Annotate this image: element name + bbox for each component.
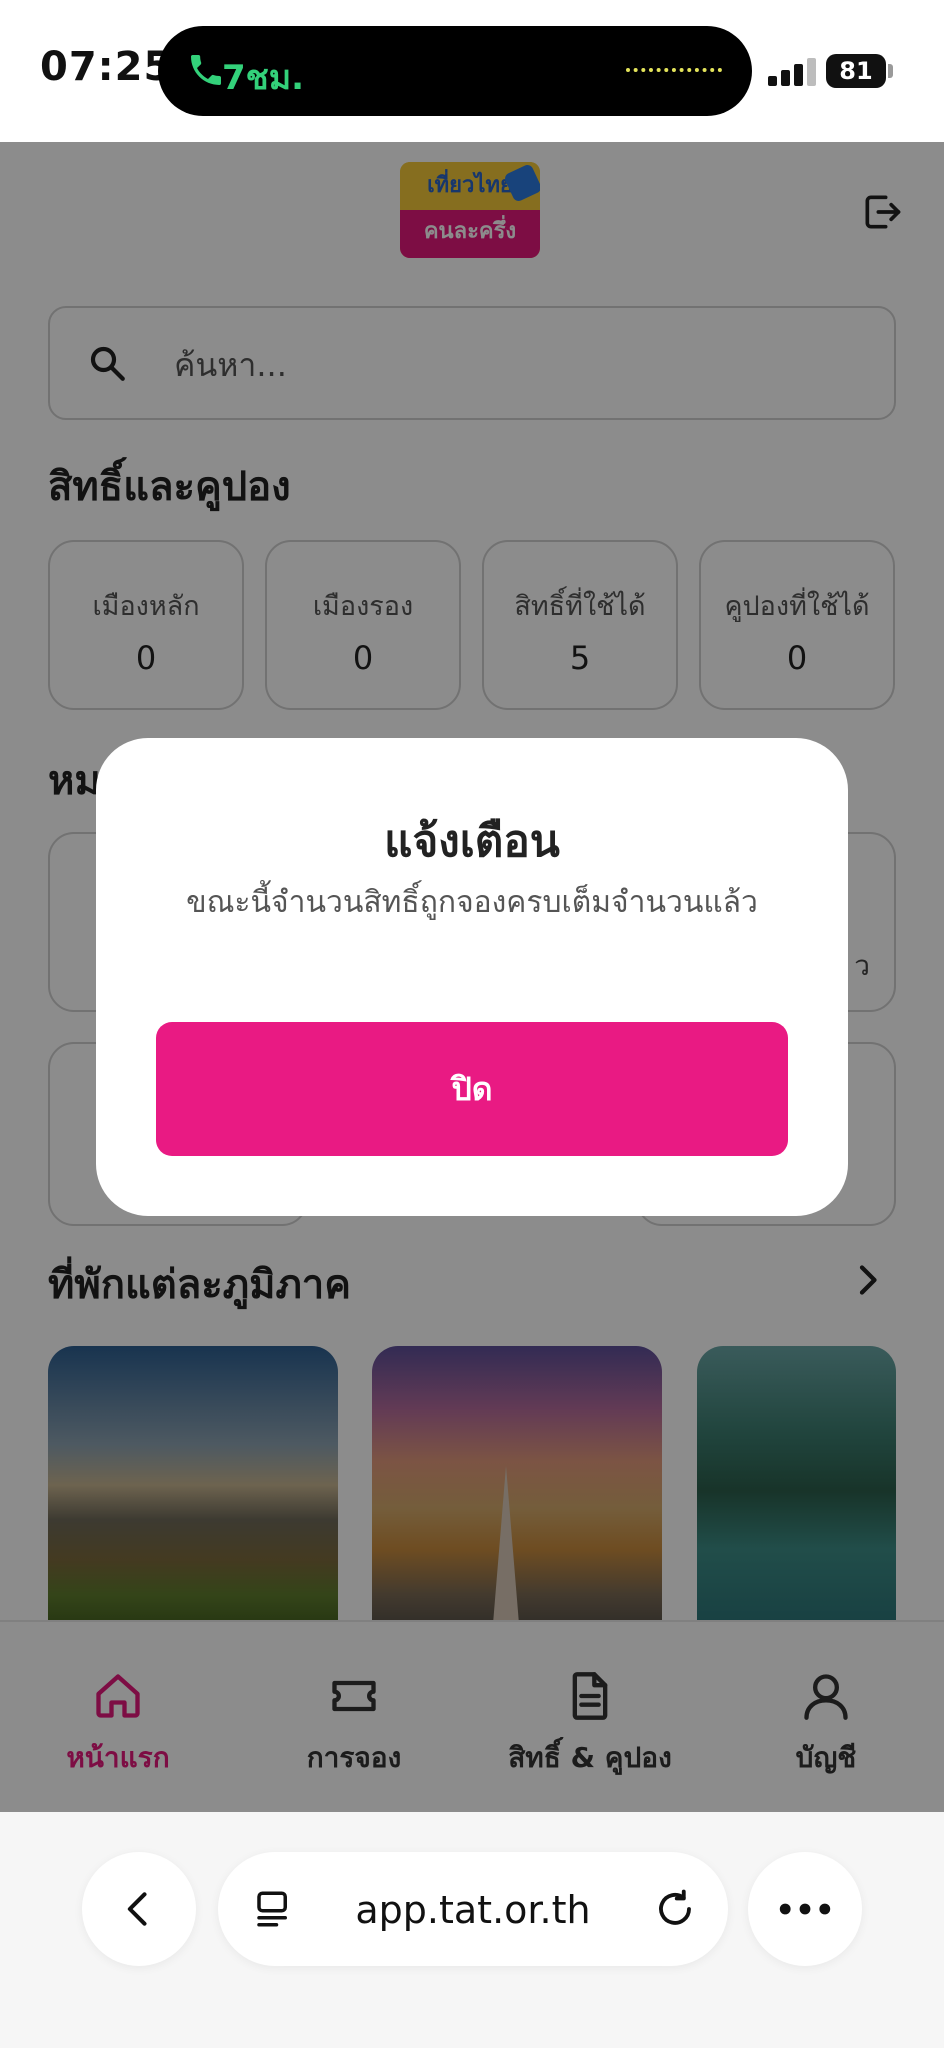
call-duration: 7ชม.	[222, 58, 305, 98]
browser-toolbar: app.tat.or.th	[0, 1812, 944, 2048]
audio-wave-icon	[626, 68, 722, 72]
alert-message: ขณะนี้จำนวนสิทธิ์ถูกจองครบเต็มจำนวนแล้ว	[186, 885, 758, 920]
cellular-signal-icon	[768, 56, 818, 86]
chevron-left-icon	[127, 1892, 147, 1926]
alert-dialog: แจ้งเตือน ขณะนี้จำนวนสิทธิ์ถูกจองครบเต็ม…	[96, 738, 848, 1216]
close-button[interactable]: ปิด	[156, 1022, 788, 1156]
address-bar[interactable]: app.tat.or.th	[218, 1852, 728, 1966]
battery-indicator: 81	[826, 54, 886, 88]
call-indicator[interactable]: 7ชม.	[158, 26, 752, 116]
reload-icon[interactable]	[654, 1888, 696, 1930]
alert-title: แจ้งเตือน	[384, 816, 560, 867]
phone-icon	[191, 55, 221, 85]
back-button[interactable]	[82, 1852, 196, 1966]
status-time: 07:25	[40, 44, 173, 90]
battery-tip	[888, 64, 893, 78]
status-bar: 07:25 7ชม. 81	[0, 0, 944, 142]
more-dots-icon	[779, 1903, 831, 1915]
more-options-button[interactable]	[748, 1852, 862, 1966]
url-text: app.tat.or.th	[355, 1888, 591, 1932]
